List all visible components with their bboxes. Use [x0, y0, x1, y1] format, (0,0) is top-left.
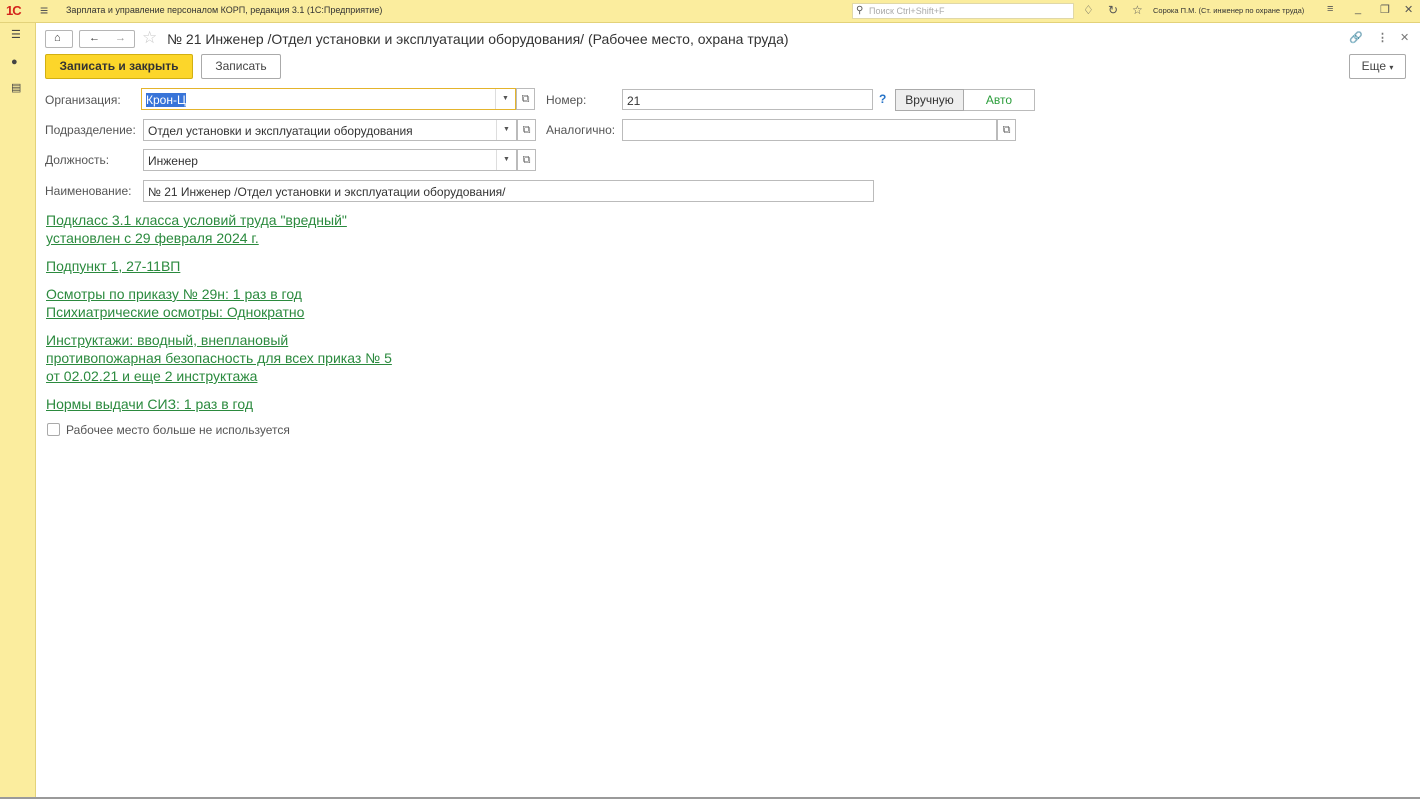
number-value: 21 — [627, 94, 641, 108]
department-value: Отдел установки и эксплуатации оборудова… — [148, 124, 413, 138]
global-search[interactable]: ⚲ — [852, 3, 1074, 19]
forward-arrow-icon[interactable]: → — [115, 32, 126, 44]
psychiatric-exams-link[interactable]: Психиатрические осмотры: Однократно — [46, 303, 304, 321]
open-similar-icon[interactable]: ⧉ — [997, 119, 1016, 141]
similar-field[interactable] — [622, 119, 997, 141]
current-user[interactable]: Сорока П.М. (Ст. инженер по охране труда… — [1153, 6, 1304, 15]
working-conditions-date-link[interactable]: установлен с 29 февраля 2024 г. — [46, 229, 259, 247]
close-window-icon[interactable]: ✕ — [1404, 3, 1413, 16]
position-field[interactable]: Инженер ▼ — [143, 149, 517, 171]
name-label: Наименование: — [45, 184, 132, 198]
organization-value: Крон-Ц — [146, 93, 186, 107]
home-icon: ⌂ — [54, 32, 61, 44]
workplace-unused-checkbox[interactable] — [47, 423, 60, 436]
department-label: Подразделение: — [45, 123, 136, 137]
position-value: Инженер — [148, 154, 198, 168]
ppe-norms-link[interactable]: Нормы выдачи СИЗ: 1 раз в год — [46, 395, 253, 413]
name-value: № 21 Инженер /Отдел установки и эксплуат… — [148, 185, 506, 199]
more-button-label: Еще — [1361, 59, 1387, 73]
bell-icon[interactable]: ♢ — [1083, 3, 1094, 17]
briefings-link-line2[interactable]: противопожарная безопасность для всех пр… — [46, 349, 392, 367]
windows-list-icon[interactable]: ▤ — [11, 81, 21, 94]
dropdown-arrow-icon[interactable]: ▼ — [495, 89, 515, 109]
briefings-link[interactable]: Инструктажи: вводный, внеплановый — [46, 331, 288, 349]
link-icon[interactable]: 🔗 — [1349, 31, 1363, 44]
functions-icon[interactable]: ● — [11, 56, 18, 68]
sections-menu-icon[interactable]: ☰ — [11, 28, 21, 41]
form-title: № 21 Инженер /Отдел установки и эксплуат… — [167, 31, 789, 47]
number-field[interactable]: 21 — [622, 89, 873, 110]
app-title: Зарплата и управление персоналом КОРП, р… — [66, 5, 383, 15]
favorites-icon[interactable]: ☆ — [1132, 3, 1143, 17]
workplace-unused-label: Рабочее место больше не используется — [66, 423, 290, 437]
subitem-link[interactable]: Подпункт 1, 27-11ВП — [46, 257, 180, 275]
form-area: ⌂ ← → ☆ № 21 Инженер /Отдел установки и … — [36, 23, 1420, 799]
manual-numbering-button[interactable]: Вручную — [895, 89, 964, 111]
save-and-close-button[interactable]: Записать и закрыть — [45, 54, 193, 79]
settings-menu-icon[interactable]: ≡ — [1327, 3, 1333, 15]
open-position-icon[interactable]: ⧉ — [517, 149, 536, 171]
name-field[interactable]: № 21 Инженер /Отдел установки и эксплуат… — [143, 180, 874, 202]
dropdown-arrow-icon[interactable]: ▼ — [496, 120, 516, 140]
open-organization-icon[interactable]: ⧉ — [516, 88, 535, 110]
briefings-link-line3[interactable]: от 02.02.21 и еще 2 инструктажа — [46, 367, 257, 385]
save-button[interactable]: Записать — [201, 54, 281, 79]
close-form-icon[interactable]: ✕ — [1400, 31, 1409, 44]
auto-numbering-button[interactable]: Авто — [964, 89, 1035, 111]
number-help-icon[interactable]: ? — [879, 92, 886, 106]
favorite-star-icon[interactable]: ☆ — [142, 28, 157, 48]
left-sidebar: ☰ ● ▤ — [0, 23, 36, 799]
department-field[interactable]: Отдел установки и эксплуатации оборудова… — [143, 119, 517, 141]
minimize-icon[interactable]: _ — [1355, 3, 1361, 15]
chevron-down-icon: ▾ — [1389, 63, 1394, 72]
working-conditions-link[interactable]: Подкласс 3.1 класса условий труда "вредн… — [46, 211, 347, 229]
back-arrow-icon[interactable]: ← — [89, 32, 100, 44]
search-icon: ⚲ — [856, 5, 864, 16]
nav-buttons: ← → — [79, 30, 135, 48]
organization-field[interactable]: Крон-Ц ▼ — [141, 88, 516, 110]
organization-label: Организация: — [45, 93, 121, 107]
restore-icon[interactable]: ❐ — [1380, 3, 1390, 16]
open-department-icon[interactable]: ⧉ — [517, 119, 536, 141]
similar-label: Аналогично: — [546, 123, 616, 137]
app-logo[interactable]: 1С — [6, 3, 22, 18]
history-icon[interactable]: ↻ — [1108, 3, 1118, 17]
more-button[interactable]: Еще ▾ — [1349, 54, 1406, 79]
home-button[interactable]: ⌂ — [45, 30, 73, 48]
more-actions-icon[interactable]: ⋮ — [1377, 31, 1388, 44]
position-label: Должность: — [45, 153, 110, 167]
dropdown-arrow-icon[interactable]: ▼ — [496, 150, 516, 170]
medical-exams-link[interactable]: Осмотры по приказу № 29н: 1 раз в год — [46, 285, 302, 303]
title-bar: 1С ≡ Зарплата и управление персоналом КО… — [0, 0, 1420, 23]
number-label: Номер: — [546, 93, 587, 107]
main-menu-icon[interactable]: ≡ — [40, 2, 48, 18]
search-input[interactable] — [869, 5, 1069, 17]
